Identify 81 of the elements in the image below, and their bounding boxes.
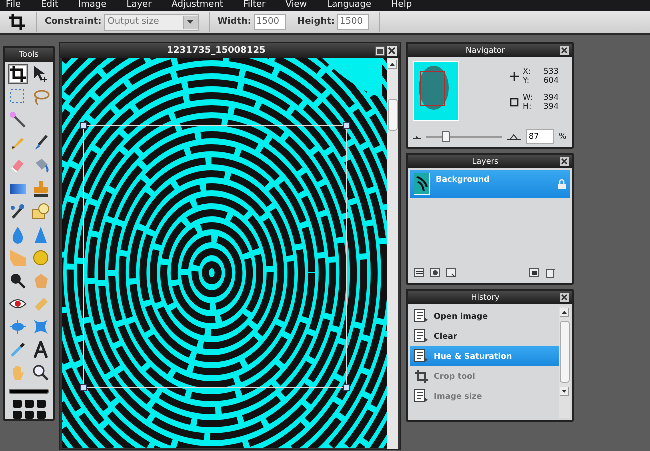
document-icon <box>414 388 429 404</box>
eyedropper-icon <box>8 341 26 359</box>
coordinate-label: X: <box>523 67 532 76</box>
size-label: Y: <box>523 76 531 85</box>
menu-item[interactable]: Language <box>327 0 372 11</box>
menu-item[interactable]: Adjustment <box>172 0 224 11</box>
menu-item[interactable]: Filter <box>243 0 266 11</box>
height-label: Height: <box>298 17 336 27</box>
rectangle-icon <box>510 98 519 106</box>
panel-title: Navigator <box>464 46 506 55</box>
close-icon[interactable] <box>560 293 569 302</box>
layer-name: Background <box>436 174 491 184</box>
percent-label: % <box>559 132 567 141</box>
magnifier-icon <box>8 272 26 290</box>
panel-title: History <box>470 293 501 302</box>
size-label: H: <box>523 102 533 111</box>
panel-title: Tools <box>5 48 53 62</box>
crosshair-icon <box>510 72 519 80</box>
wand-icon <box>8 111 26 129</box>
color-swatch[interactable] <box>9 389 49 394</box>
scrollbar-thumb[interactable] <box>560 321 570 383</box>
close-icon[interactable] <box>560 157 569 166</box>
width-label: Width: <box>218 17 252 27</box>
mask-icon[interactable] <box>430 268 441 279</box>
shapes-icon <box>32 203 50 221</box>
crop-icon <box>8 65 26 83</box>
history-item[interactable]: Clear <box>410 326 559 346</box>
height-field[interactable]: 1500 <box>337 14 370 30</box>
tool-button[interactable] <box>30 363 50 383</box>
image-thumbnail[interactable] <box>413 61 459 121</box>
selection-icon <box>8 88 26 106</box>
eraser-icon <box>8 157 26 175</box>
caret-icon <box>187 20 194 24</box>
up-arrow-icon[interactable] <box>560 308 569 317</box>
coordinate-label: W: <box>523 93 534 102</box>
menu-item[interactable]: Layer <box>126 0 152 11</box>
constraint-label: Constraint: <box>45 17 102 27</box>
size-value: 604 <box>542 76 559 85</box>
coordinate-value: 394 <box>542 93 559 102</box>
text-icon <box>32 341 50 359</box>
zoom-field[interactable]: 87 <box>526 129 554 144</box>
maximize-icon[interactable] <box>375 46 385 56</box>
scrollbar[interactable] <box>559 306 570 418</box>
crop-handle[interactable] <box>80 384 87 391</box>
size-value: 394 <box>542 102 559 111</box>
document-icon <box>414 328 429 344</box>
stamp-icon <box>32 180 50 198</box>
panel-title: Layers <box>471 157 500 166</box>
close-icon[interactable] <box>387 46 397 56</box>
menu-item[interactable]: Help <box>392 0 412 11</box>
crop-handle[interactable] <box>80 122 87 129</box>
scrollbar-thumb[interactable] <box>388 99 398 131</box>
slider-thumb[interactable] <box>442 131 450 142</box>
coordinate-value: 533 <box>542 67 559 76</box>
layer-thumbnail <box>414 173 430 195</box>
small-mountain-icon <box>413 134 421 138</box>
menu-item[interactable]: File <box>6 0 22 11</box>
up-arrow-icon[interactable] <box>388 60 397 69</box>
width-field[interactable]: 1500 <box>254 14 286 30</box>
menu-item[interactable]: Image <box>78 0 107 11</box>
close-icon[interactable] <box>560 46 569 55</box>
document-icon <box>414 348 429 364</box>
brush-icon <box>8 203 26 221</box>
history-item[interactable]: Open image <box>410 306 559 326</box>
scrollbar[interactable] <box>387 58 398 449</box>
down-arrow-icon[interactable] <box>560 387 569 396</box>
tool-button[interactable] <box>8 64 28 84</box>
menu-item[interactable]: Edit <box>41 0 58 11</box>
lasso-icon <box>32 88 50 106</box>
crop-icon <box>8 13 26 31</box>
large-mountain-icon <box>507 134 521 140</box>
arrow-icon <box>32 65 50 83</box>
window-title: 1231735_15008125 <box>166 46 267 56</box>
crop-selection[interactable] <box>83 125 347 388</box>
constraint-dropdown[interactable]: Output size <box>104 14 199 30</box>
document-icon <box>414 308 429 324</box>
crop-handle[interactable] <box>343 122 350 129</box>
crop-icon <box>414 368 429 384</box>
zoom-icon <box>32 364 50 382</box>
menu-item[interactable]: View <box>286 0 308 11</box>
crop-handle[interactable] <box>343 384 350 391</box>
